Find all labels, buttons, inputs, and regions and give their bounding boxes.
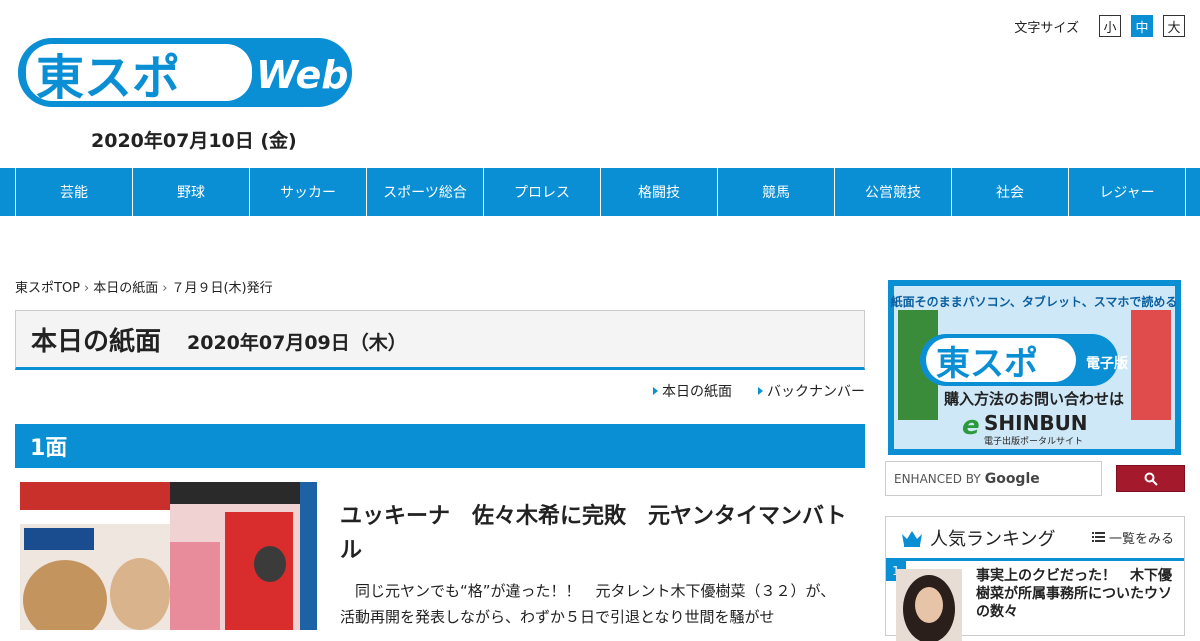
page-title: 本日の紙面 bbox=[31, 326, 162, 357]
search-icon bbox=[1144, 472, 1158, 486]
ranking-more-label: 一覧をみる bbox=[1108, 532, 1174, 547]
font-size-small[interactable]: 小 bbox=[1099, 15, 1121, 37]
font-size-switcher: 文字サイズ 小 中 大 bbox=[1014, 15, 1185, 37]
article-title[interactable]: ユッキーナ 佐々木希に完敗 元ヤンタイマンバトル bbox=[340, 500, 850, 568]
ad-top-text: 紙面そのままパソコン、タブレット、スマホで読める bbox=[891, 294, 1178, 309]
link-today-paper-label: 本日の紙面 bbox=[662, 384, 732, 400]
search-button[interactable] bbox=[1116, 465, 1185, 492]
article-body: 同じ元ヤンでも“格”が違った！！ 元タレント木下優樹菜（３２）が、活動再開を発表… bbox=[340, 582, 836, 626]
ebook-ad-banner[interactable]: 紙面そのままパソコン、タブレット、スマホで読める 東スポ 電子版 購入方法のお問… bbox=[888, 280, 1181, 455]
popular-ranking: 人気ランキング 一覧をみる 1 事実上のクビだった！ 木下優樹菜が所属事務所につ… bbox=[885, 516, 1185, 641]
nav-item-soccer[interactable]: サッカー bbox=[250, 168, 367, 216]
font-size-label: 文字サイズ bbox=[1014, 20, 1079, 36]
ranking-header: 人気ランキング 一覧をみる bbox=[886, 517, 1184, 561]
search-google-label: Google bbox=[984, 470, 1040, 487]
ranking-item-title: 事実上のクビだった！ 木下優樹菜が所属事務所についたウソの数々 bbox=[976, 568, 1172, 620]
logo-web: Web bbox=[256, 53, 348, 97]
link-back-number[interactable]: バックナンバー bbox=[758, 381, 865, 401]
ranking-more-link[interactable]: 一覧をみる bbox=[1091, 528, 1174, 547]
tospo-web-logo[interactable]: 東スポ Web bbox=[16, 36, 354, 109]
front-page-image[interactable] bbox=[20, 482, 317, 630]
list-icon bbox=[1091, 532, 1105, 542]
nav-item-society[interactable]: 社会 bbox=[952, 168, 1069, 216]
current-date: 2020年07月10日 (金) bbox=[91, 130, 297, 152]
link-today-paper[interactable]: 本日の紙面 bbox=[653, 381, 732, 401]
link-back-number-label: バックナンバー bbox=[767, 384, 865, 400]
font-size-medium[interactable]: 中 bbox=[1131, 15, 1153, 37]
breadcrumb-separator-icon: › bbox=[162, 281, 168, 296]
breadcrumb-today[interactable]: 本日の紙面 bbox=[93, 281, 158, 296]
site-header: 東スポ Web 2020年07月10日 (金) 文字サイズ 小 中 大 bbox=[0, 0, 1200, 168]
site-search: ENHANCED BY Google bbox=[885, 461, 1185, 497]
nav-item-sports[interactable]: スポーツ総合 bbox=[367, 168, 484, 216]
ad-brand: 東スポ bbox=[936, 344, 1038, 384]
nav-item-entertainment[interactable]: 芸能 bbox=[16, 168, 133, 216]
font-size-large[interactable]: 大 bbox=[1163, 15, 1185, 37]
triangle-right-icon bbox=[758, 387, 763, 395]
ad-edition: 電子版 bbox=[1086, 355, 1128, 372]
nav-item-martial-arts[interactable]: 格闘技 bbox=[601, 168, 718, 216]
search-enhanced-label: ENHANCED BY bbox=[894, 471, 981, 486]
page-title-box: 本日の紙面 2020年07月09日（木） bbox=[15, 310, 865, 370]
ranking-title: 人気ランキング bbox=[930, 528, 1056, 550]
breadcrumb: 東スポTOP › 本日の紙面 › ７月９日(木)発行 bbox=[15, 277, 273, 296]
logo-text: 東スポ bbox=[36, 50, 180, 106]
section-heading: 1面 bbox=[15, 424, 865, 468]
ranking-thumbnail bbox=[896, 569, 962, 641]
crown-icon bbox=[902, 530, 922, 547]
ad-service-prefix: e bbox=[962, 411, 980, 441]
triangle-right-icon bbox=[653, 387, 658, 395]
breadcrumb-current: ７月９日(木)発行 bbox=[171, 281, 273, 296]
search-input[interactable]: ENHANCED BY Google bbox=[885, 461, 1102, 496]
nav-item-public-racing[interactable]: 公営競技 bbox=[835, 168, 952, 216]
nav-item-leisure[interactable]: レジャー bbox=[1069, 168, 1186, 216]
ad-service: SHINBUN bbox=[984, 411, 1088, 435]
breadcrumb-top[interactable]: 東スポTOP bbox=[15, 281, 80, 296]
nav-item-horse-racing[interactable]: 競馬 bbox=[718, 168, 835, 216]
ad-cta: 購入方法のお問い合わせは bbox=[943, 390, 1124, 408]
nav-item-baseball[interactable]: 野球 bbox=[133, 168, 250, 216]
sub-links: 本日の紙面 バックナンバー bbox=[627, 381, 865, 401]
page-date: 2020年07月09日（木） bbox=[187, 331, 407, 354]
nav-item-prowrestling[interactable]: プロレス bbox=[484, 168, 601, 216]
breadcrumb-separator-icon: › bbox=[84, 281, 90, 296]
main-nav: 芸能 野球 サッカー スポーツ総合 プロレス 格闘技 競馬 公営競技 社会 レジ… bbox=[0, 168, 1200, 216]
ad-service-sub: 電子出版ポータルサイト bbox=[984, 435, 1083, 447]
ranking-item[interactable]: 1 事実上のクビだった！ 木下優樹菜が所属事務所についたウソの数々 bbox=[886, 561, 1184, 641]
